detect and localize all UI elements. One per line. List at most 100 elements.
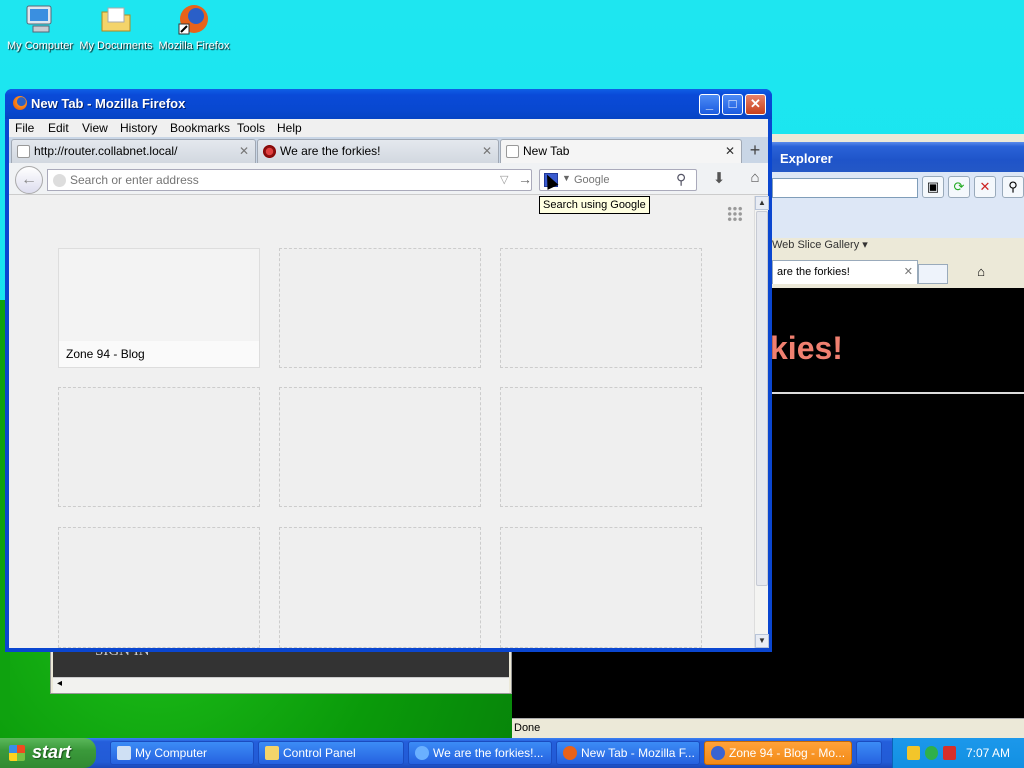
menu-help[interactable]: Help — [277, 121, 302, 135]
firefox-icon — [563, 746, 577, 760]
shield-icon[interactable] — [907, 746, 920, 760]
scroll-left-icon[interactable]: ◂ — [57, 678, 62, 689]
computer-icon — [117, 746, 131, 760]
ie-tab[interactable]: are the forkies! ✕ — [772, 260, 918, 284]
identity-icon — [53, 174, 66, 187]
firefox-body: File Edit View History Bookmarks Tools H… — [9, 119, 769, 648]
ie-new-tab-button[interactable] — [918, 264, 948, 284]
task-my-computer[interactable]: My Computer — [110, 741, 254, 765]
menu-bookmarks[interactable]: Bookmarks — [170, 121, 230, 135]
search-icon[interactable]: ⚲ — [676, 171, 686, 188]
menu-bar: File Edit View History Bookmarks Tools H… — [9, 119, 768, 137]
menu-edit[interactable]: Edit — [48, 121, 69, 135]
ie-stop-icon[interactable]: ✕ — [974, 176, 996, 198]
tab-router[interactable]: http://router.collabnet.local/ ✕ — [11, 139, 256, 163]
close-icon[interactable]: ✕ — [904, 265, 913, 278]
menu-tools[interactable]: Tools — [237, 121, 265, 135]
firefox-icon — [711, 746, 725, 760]
menu-file[interactable]: File — [15, 121, 34, 135]
back-icon[interactable]: ← — [15, 166, 43, 194]
tile-empty — [58, 387, 260, 507]
page-icon — [506, 145, 519, 158]
ie-address-bar[interactable] — [772, 178, 918, 198]
page-heading: kies! — [770, 330, 843, 366]
download-icon[interactable]: ⬇ — [709, 169, 729, 189]
close-icon[interactable]: ✕ — [725, 144, 735, 158]
scroll-down-icon[interactable]: ▼ — [755, 634, 769, 648]
desktop-icon-label: My Documents — [79, 40, 153, 52]
new-tab-button[interactable]: + — [743, 139, 767, 163]
desktop-icon-label: Mozilla Firefox — [158, 40, 230, 52]
firefox-title-bar[interactable]: New Tab - Mozilla Firefox _ □ ✕ — [5, 89, 772, 119]
ie-title-text: Explorer — [780, 151, 833, 166]
task-ie-forkies[interactable]: We are the forkies!... — [408, 741, 552, 765]
ie-compat-icon[interactable]: ▣ — [922, 176, 944, 198]
ie-refresh-icon[interactable]: ⟳ — [948, 176, 970, 198]
folder-icon — [99, 2, 133, 36]
task-label: We are the forkies!... — [433, 746, 544, 760]
task-label: New Tab - Mozilla F... — [581, 746, 695, 760]
desktop-icon-my-documents[interactable]: My Documents — [76, 2, 156, 52]
vertical-scrollbar[interactable]: ▲ ▼ — [754, 196, 769, 648]
home-icon[interactable]: ⌂ — [970, 262, 992, 284]
tile-empty — [279, 248, 481, 368]
tile-zone94[interactable]: Zone 94 - Blog — [58, 248, 260, 368]
search-bar[interactable]: ▼ ⚲ — [539, 169, 697, 191]
divider — [770, 392, 1024, 394]
tile-empty — [500, 527, 702, 648]
tile-empty — [279, 527, 481, 648]
taskbar: start My Computer Control Panel We are t… — [0, 738, 1024, 768]
ie-icon — [415, 746, 429, 760]
search-input[interactable] — [574, 173, 670, 187]
forkies-icon — [263, 145, 276, 158]
tile-empty — [58, 527, 260, 648]
firefox-window: New Tab - Mozilla Firefox _ □ ✕ File Edi… — [5, 89, 772, 652]
desktop-icon-firefox[interactable]: Mozilla Firefox — [154, 2, 234, 52]
home-icon[interactable]: ⌂ — [745, 169, 765, 189]
window-title: New Tab - Mozilla Firefox — [31, 96, 186, 111]
new-tab-page: Zone 94 - Blog — [9, 196, 754, 648]
scroll-thumb[interactable] — [756, 211, 768, 586]
task-firefox-new-tab[interactable]: New Tab - Mozilla F... — [556, 741, 700, 765]
close-button[interactable]: ✕ — [745, 94, 766, 115]
grid-icon[interactable] — [727, 206, 743, 222]
close-icon[interactable]: ✕ — [482, 144, 492, 158]
tab-title: http://router.collabnet.local/ — [34, 144, 178, 158]
chevron-down-icon[interactable]: ▼ — [562, 173, 571, 183]
navigation-toolbar: ← ▽ → ▼ ⚲ ⬇ ⌂ — [9, 163, 768, 195]
history-dropdown-icon[interactable]: ▽ — [500, 173, 508, 186]
desktop-icon-label: My Computer — [6, 40, 74, 52]
tile-empty — [279, 387, 481, 507]
tab-forkies[interactable]: We are the forkies! ✕ — [257, 139, 499, 163]
tab-strip: http://router.collabnet.local/ ✕ We are … — [9, 137, 768, 164]
task-control-panel[interactable]: Control Panel — [258, 741, 404, 765]
url-bar[interactable]: ▽ → — [47, 169, 532, 191]
tab-title: We are the forkies! — [280, 144, 381, 158]
menu-view[interactable]: View — [82, 121, 108, 135]
task-zone94[interactable]: Zone 94 - Blog - Mo... — [704, 741, 852, 765]
start-label: start — [32, 742, 72, 762]
firefox-icon — [177, 2, 211, 36]
folder-icon — [265, 746, 279, 760]
ie-tab-title: are the forkies! — [777, 266, 850, 278]
maximize-button[interactable]: □ — [722, 94, 743, 115]
keyboard-icon[interactable] — [856, 741, 882, 765]
start-button[interactable]: start — [0, 738, 96, 768]
status-text: Done — [514, 722, 541, 734]
network-icon[interactable] — [925, 746, 938, 760]
desktop-icon-my-computer[interactable]: My Computer — [0, 2, 80, 52]
close-icon[interactable]: ✕ — [239, 144, 249, 158]
tab-new-tab[interactable]: New Tab ✕ — [500, 139, 742, 164]
ie-search-icon[interactable]: ⚲ — [1002, 176, 1024, 198]
page-icon — [17, 145, 30, 158]
horizontal-scrollbar[interactable]: ◂ — [53, 677, 509, 693]
menu-history[interactable]: History — [120, 121, 157, 135]
ie-web-slice-gallery[interactable]: Web Slice Gallery ▾ — [772, 238, 868, 251]
firefox-icon — [13, 96, 27, 110]
minimize-button[interactable]: _ — [699, 94, 720, 115]
security-alert-icon[interactable] — [943, 746, 956, 760]
scroll-up-icon[interactable]: ▲ — [755, 196, 769, 210]
tab-title: New Tab — [523, 144, 570, 158]
url-input[interactable] — [70, 172, 470, 188]
go-arrow-icon[interactable]: → — [518, 171, 532, 187]
